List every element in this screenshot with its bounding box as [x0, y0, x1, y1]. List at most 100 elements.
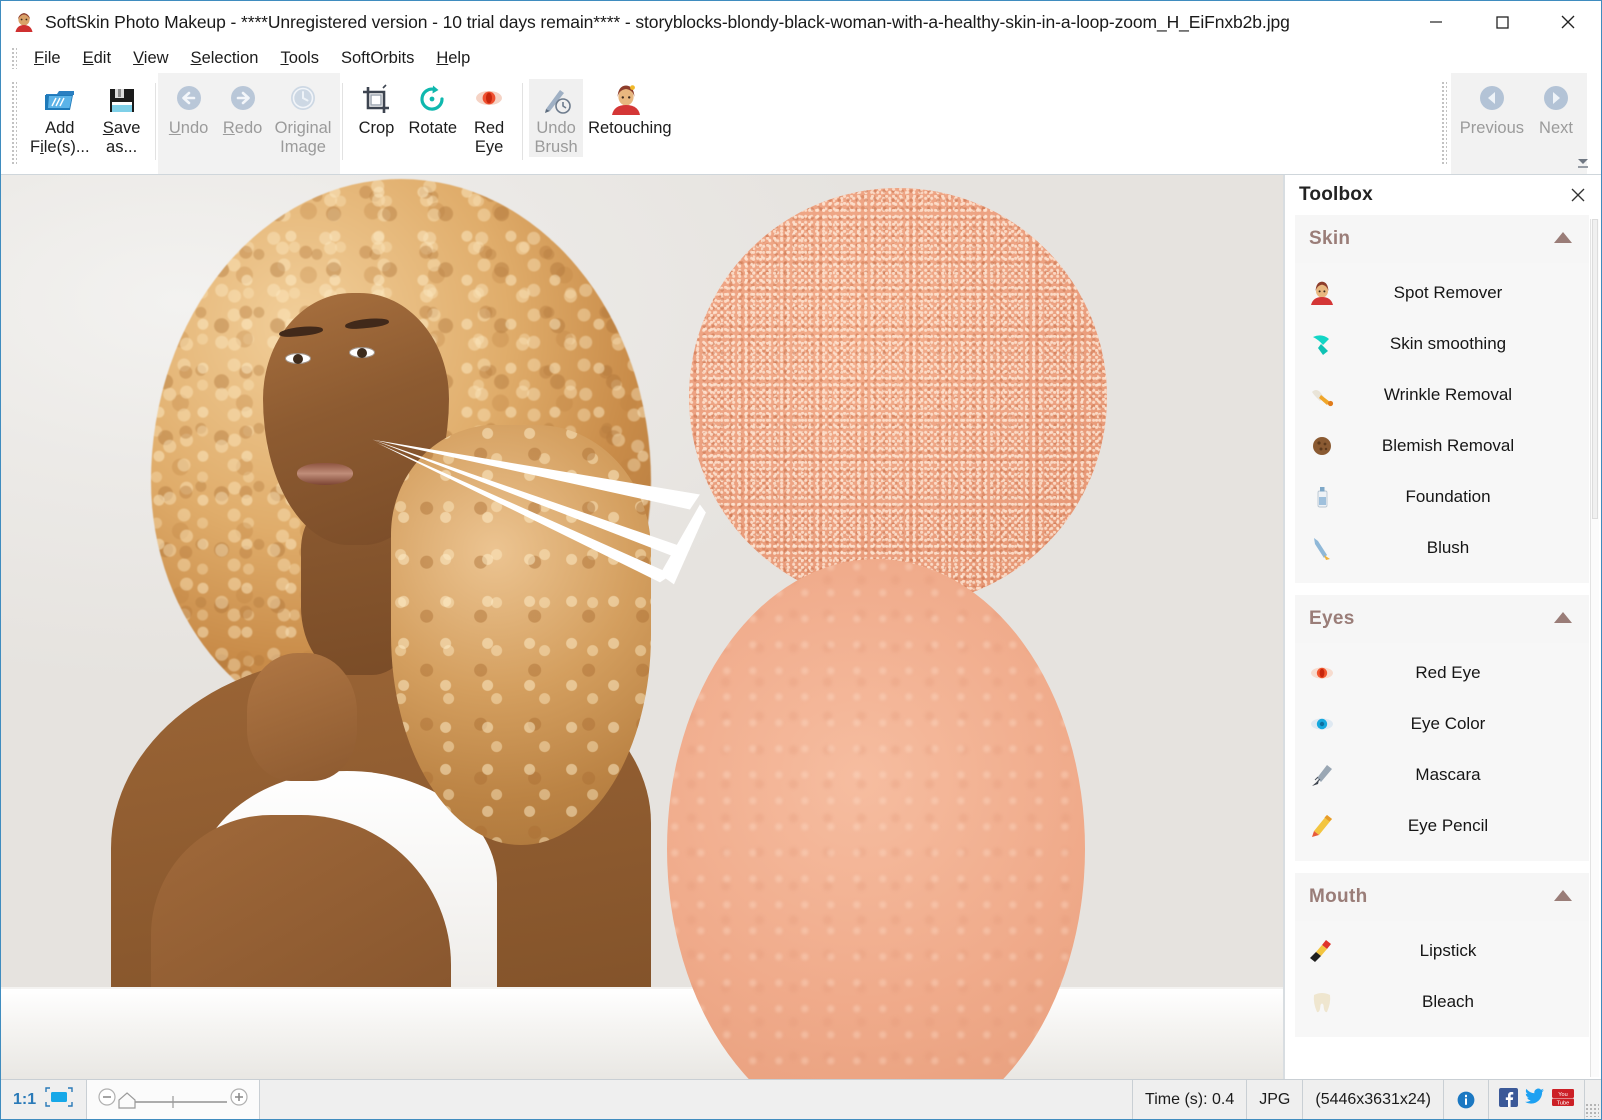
toolbox-title: Toolbox — [1299, 184, 1373, 206]
tool-bleach[interactable]: Bleach — [1295, 976, 1589, 1027]
triangle-up-icon[interactable] — [1553, 888, 1573, 907]
toolbar-divider-2 — [342, 83, 343, 160]
next-button[interactable]: Next — [1529, 79, 1583, 138]
tool-foundation[interactable]: Foundation — [1295, 471, 1589, 522]
original-image-label: Original Image — [275, 119, 332, 157]
zoom-slider-track[interactable] — [117, 1089, 229, 1111]
section-mouth-header[interactable]: Mouth — [1295, 873, 1589, 921]
maximize-button[interactable] — [1469, 1, 1535, 43]
menu-edit[interactable]: Edit — [72, 47, 122, 70]
pencil-icon — [1309, 813, 1335, 839]
section-eyes: Eyes — [1295, 595, 1589, 861]
skin-zoom-circle-rough — [689, 188, 1107, 606]
file-format: JPG — [1247, 1080, 1303, 1119]
undo-button[interactable]: Undo — [162, 79, 216, 138]
window-controls — [1403, 1, 1601, 43]
photo-lips — [297, 463, 353, 485]
rotate-icon — [416, 83, 450, 117]
section-mouth: Mouth — [1295, 873, 1589, 1037]
title-bar: SoftSkin Photo Makeup - ****Unregistered… — [1, 1, 1601, 43]
retouching-button[interactable]: Retouching — [583, 79, 669, 138]
tool-skin-smoothing[interactable]: Skin smoothing — [1295, 318, 1589, 369]
teal-brush-icon — [1309, 331, 1335, 357]
info-icon[interactable] — [1444, 1080, 1489, 1119]
twitter-icon[interactable] — [1525, 1088, 1545, 1111]
window-title: SoftSkin Photo Makeup - ****Unregistered… — [45, 12, 1290, 33]
facebook-icon[interactable] — [1499, 1088, 1518, 1112]
minimize-button[interactable] — [1403, 1, 1469, 43]
menu-tools[interactable]: Tools — [269, 47, 330, 70]
tool-red-eye[interactable]: Red Eye — [1295, 647, 1589, 698]
photo-hand — [247, 653, 357, 781]
status-spacer — [260, 1080, 1133, 1119]
section-skin-header[interactable]: Skin — [1295, 215, 1589, 263]
toolbar-divider-3 — [522, 83, 523, 160]
triangle-up-icon[interactable] — [1553, 610, 1573, 629]
main-toolbar: Add File(s)... Save as... — [1, 73, 1601, 175]
menu-help[interactable]: Help — [425, 47, 481, 70]
home-slider-handle-icon — [119, 1093, 135, 1108]
original-image-button[interactable]: Original Image — [270, 79, 337, 157]
previous-button[interactable]: Previous — [1455, 79, 1529, 138]
tool-wrinkle-removal[interactable]: Wrinkle Removal — [1295, 369, 1589, 420]
rotate-button[interactable]: Rotate — [403, 79, 462, 138]
section-eyes-title: Eyes — [1309, 608, 1355, 630]
zoom-slider[interactable] — [87, 1080, 260, 1119]
tool-spot-remover[interactable]: Spot Remover — [1295, 267, 1589, 318]
photo-image — [1, 175, 1283, 1079]
zoom-in-icon[interactable] — [229, 1087, 249, 1112]
section-eyes-header[interactable]: Eyes — [1295, 595, 1589, 643]
menu-view[interactable]: View — [122, 47, 179, 70]
redo-arrow-icon — [226, 83, 260, 117]
toolbox-scrollbar-thumb[interactable] — [1592, 219, 1598, 519]
rotate-label: Rotate — [408, 119, 457, 138]
nav-grip-handle[interactable] — [1441, 81, 1447, 166]
save-as-button[interactable]: Save as... — [95, 79, 149, 157]
zoom-out-icon[interactable] — [97, 1087, 117, 1112]
tool-mascara[interactable]: Mascara — [1295, 749, 1589, 800]
tool-blemish-removal-label: Blemish Removal — [1335, 436, 1583, 456]
resize-grip[interactable] — [1585, 1103, 1599, 1117]
toolbar-grip-handle[interactable] — [11, 81, 17, 166]
youtube-icon[interactable]: YouTube — [1552, 1088, 1574, 1112]
tool-blemish-removal[interactable]: Blemish Removal — [1295, 420, 1589, 471]
tool-eye-color[interactable]: Eye Color — [1295, 698, 1589, 749]
toolbox-close-icon[interactable] — [1567, 184, 1589, 206]
crop-button[interactable]: Crop — [349, 79, 403, 138]
nav-buttons: Previous Next — [1451, 73, 1587, 174]
toolbar-divider-1 — [155, 83, 156, 160]
clock-history-icon — [286, 83, 320, 117]
toolbox-scrollbar[interactable] — [1590, 219, 1599, 1077]
add-files-button[interactable]: Add File(s)... — [25, 79, 95, 157]
application-window: SoftSkin Photo Makeup - ****Unregistered… — [0, 0, 1602, 1120]
fit-to-window-icon[interactable] — [44, 1086, 74, 1113]
menu-grip-handle[interactable] — [11, 47, 17, 69]
red-eye-button[interactable]: Red Eye — [462, 79, 516, 157]
svg-text:Tube: Tube — [1557, 1100, 1570, 1106]
close-button[interactable] — [1535, 1, 1601, 43]
toolbox-panel: Toolbox Skin — [1284, 175, 1601, 1079]
social-links: YouTube — [1489, 1080, 1585, 1119]
menu-selection[interactable]: Selection — [180, 47, 270, 70]
skin-zoom-circle-smooth — [667, 559, 1085, 1079]
foundation-bottle-icon — [1309, 484, 1335, 510]
redo-button[interactable]: Redo — [216, 79, 270, 138]
menu-softorbits[interactable]: SoftOrbits — [330, 47, 425, 70]
tool-bleach-label: Bleach — [1335, 992, 1583, 1012]
toolbar-overflow-icon[interactable] — [1575, 156, 1591, 170]
triangle-up-icon[interactable] — [1553, 230, 1573, 249]
arrow-right-circle-icon — [1539, 83, 1573, 117]
section-skin-title: Skin — [1309, 228, 1350, 250]
tool-eye-pencil-label: Eye Pencil — [1335, 816, 1583, 836]
tool-lipstick[interactable]: Lipstick — [1295, 925, 1589, 976]
blush-brush-icon — [1309, 535, 1335, 561]
crop-icon — [359, 83, 393, 117]
tool-foundation-label: Foundation — [1335, 487, 1583, 507]
undo-brush-button[interactable]: Undo Brush — [529, 79, 583, 157]
lipstick-icon — [1309, 938, 1335, 964]
tool-blush[interactable]: Blush — [1295, 522, 1589, 573]
image-canvas[interactable] — [1, 175, 1284, 1079]
menu-file[interactable]: File — [23, 47, 72, 70]
tool-blush-label: Blush — [1335, 538, 1583, 558]
tool-eye-pencil[interactable]: Eye Pencil — [1295, 800, 1589, 851]
